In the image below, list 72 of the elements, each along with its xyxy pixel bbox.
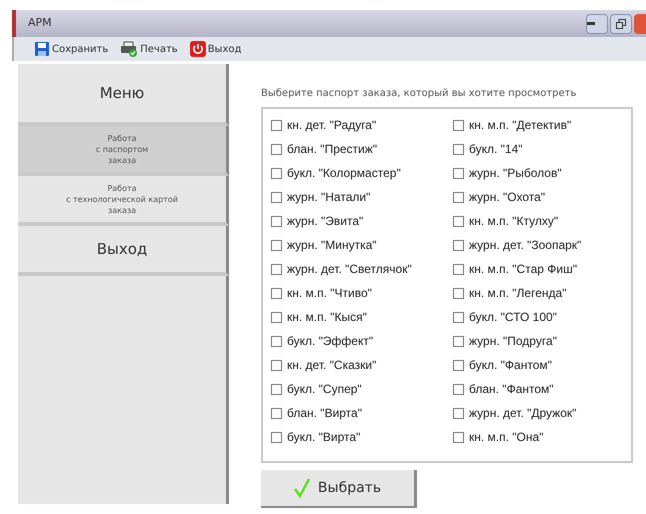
checkbox[interactable] <box>453 168 464 178</box>
order-label: букл. "Эффект" <box>287 333 374 350</box>
checkbox[interactable] <box>271 120 282 130</box>
order-label: журн. дет. "Светлячок" <box>287 261 412 278</box>
order-label: кн. дет. "Сказки" <box>287 357 376 374</box>
order-label: кн. м.п. "Кыся" <box>287 309 367 326</box>
checkbox[interactable] <box>453 144 464 154</box>
order-label: журн. "Натали" <box>287 189 370 206</box>
checkbox[interactable] <box>453 120 464 130</box>
order-label: кн. м.п. "Легенда" <box>469 285 566 302</box>
order-label: блан. "Престиж" <box>287 141 378 158</box>
prompt-text: Выберите паспорт заказа, который вы хотите просмотреть <box>261 87 578 101</box>
order-label: букл. "Колормастер" <box>287 165 401 182</box>
minimize-icon <box>587 22 595 25</box>
checkbox[interactable] <box>271 144 282 154</box>
checkbox[interactable] <box>453 384 464 394</box>
order-label: кн. м.п. "Чтиво" <box>287 285 372 302</box>
menu-item[interactable]: Работа с технологической картой заказа <box>18 176 229 226</box>
minimize-button[interactable] <box>586 14 608 34</box>
checkbox[interactable] <box>453 360 464 370</box>
checkbox[interactable] <box>453 240 464 250</box>
checkbox[interactable] <box>453 216 464 226</box>
order-label: журн. дет. "Зоопарк" <box>469 237 582 254</box>
order-label: журн. "Минутка" <box>287 237 377 254</box>
order-label: журн. "Эвита" <box>287 213 364 230</box>
order-label: журн. "Рыболов" <box>469 165 562 182</box>
order-label: букл. "Вирта" <box>287 429 360 446</box>
checkbox[interactable] <box>453 192 464 202</box>
restore-button[interactable] <box>610 14 632 34</box>
order-label: блан. "Вирта" <box>287 405 362 422</box>
toolbar-button[interactable]: Печать <box>120 41 178 57</box>
checkbox[interactable] <box>271 312 282 322</box>
toolbar-button[interactable]: Сохранить <box>34 41 108 57</box>
checkbox[interactable] <box>271 264 282 274</box>
order-label: кн. м.п. "Детектив" <box>469 117 572 134</box>
order-label: кн. дет. "Радуга" <box>287 117 376 134</box>
checkbox[interactable] <box>271 168 282 178</box>
checkbox[interactable] <box>271 240 282 250</box>
order-label: журн. "Охота" <box>469 189 546 206</box>
checkbox[interactable] <box>271 360 282 370</box>
order-label: журн. дет. "Дружок" <box>469 405 576 422</box>
check-icon <box>294 478 310 498</box>
checkbox[interactable] <box>271 336 282 346</box>
printer-icon <box>120 41 138 57</box>
checkbox[interactable] <box>453 264 464 274</box>
order-label: журн. "Подруга" <box>469 333 557 350</box>
restore-icon <box>616 18 626 28</box>
checkbox[interactable] <box>453 408 464 418</box>
order-label: букл. "Фантом" <box>469 357 552 374</box>
checkbox[interactable] <box>271 216 282 226</box>
toolbar-button[interactable]: Выход <box>190 41 242 57</box>
order-label: кн. м.п. "Ктулху" <box>469 213 558 230</box>
order-label: кн. м.п. "Она" <box>469 429 544 446</box>
order-label: блан. "Фантом" <box>469 381 554 398</box>
checkbox[interactable] <box>453 336 464 346</box>
power-icon <box>190 41 206 57</box>
checkbox[interactable] <box>271 432 282 442</box>
menu-item[interactable]: Выход <box>18 226 229 276</box>
checkbox[interactable] <box>271 288 282 298</box>
checkbox[interactable] <box>453 288 464 298</box>
checkbox[interactable] <box>271 408 282 418</box>
menu-item[interactable]: Работа с паспортом заказа <box>18 126 229 176</box>
order-label: букл. "Супер" <box>287 381 362 398</box>
checkbox[interactable] <box>453 312 464 322</box>
checkbox[interactable] <box>271 384 282 394</box>
checkbox[interactable] <box>271 192 282 202</box>
order-label: кн. м.п. "Стар Фиш" <box>469 261 577 278</box>
order-label: букл. "СТО 100" <box>469 309 557 326</box>
checkbox[interactable] <box>453 432 464 442</box>
select-button[interactable]: Выбрать <box>261 470 417 508</box>
window-title: АРМ <box>28 15 52 32</box>
order-label: букл. "14" <box>469 141 523 158</box>
